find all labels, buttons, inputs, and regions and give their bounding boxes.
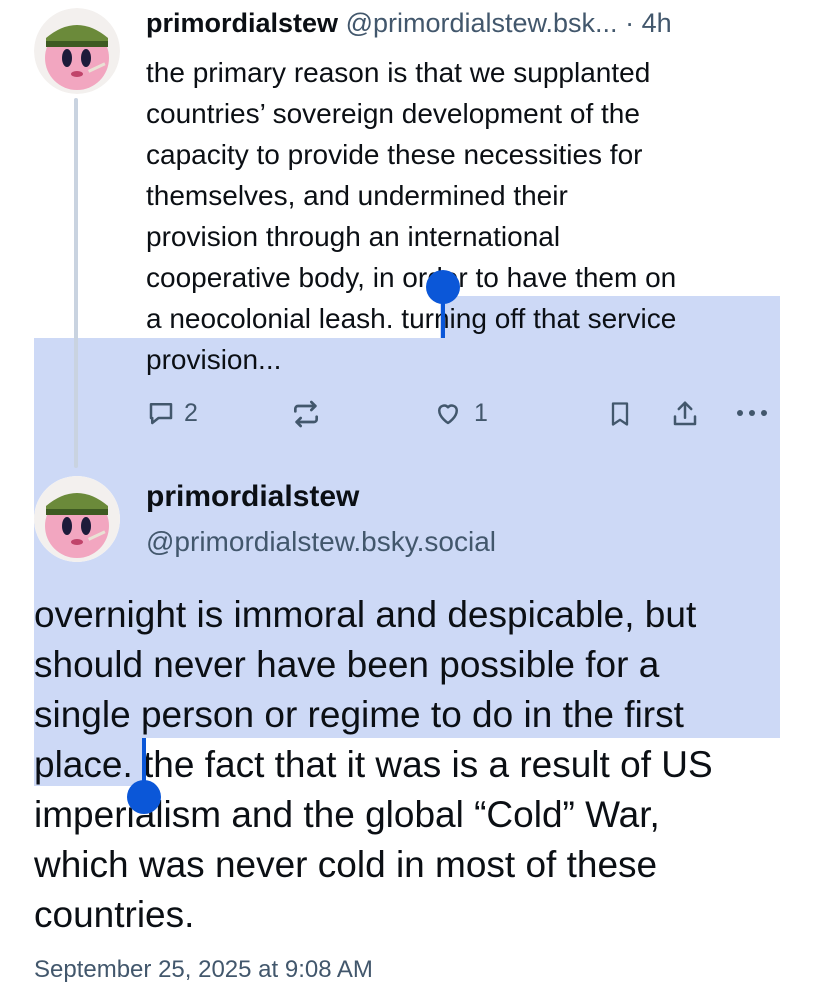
post-header: primordialstew @primordialstew.bsk... · … <box>146 8 672 39</box>
share-button[interactable] <box>670 398 700 430</box>
more-icon <box>734 398 770 428</box>
author-handle[interactable]: @primordialstew.bsky.social <box>146 526 496 558</box>
like-count: 1 <box>474 398 488 427</box>
author-handle[interactable]: @primordialstew.bsk... <box>346 8 618 38</box>
post-timestamp: September 25, 2025 at 9:08 AM <box>34 956 373 983</box>
thread-connector-line <box>74 98 78 468</box>
post-text-line: provision... <box>146 344 282 375</box>
post-text-line: countries’ sovereign development of the <box>146 98 640 129</box>
post-text-line: a neocolonial leash. turning off that se… <box>146 298 676 339</box>
share-icon <box>670 398 700 430</box>
post-text-line: should never have been possible for a <box>34 644 660 685</box>
post-text-line: single person or regime to do in the fir… <box>34 694 684 735</box>
repost-icon <box>290 398 322 430</box>
reply-button[interactable]: 2 <box>146 398 198 428</box>
like-icon <box>432 398 464 428</box>
selection-start-caret <box>441 290 445 338</box>
post-text-line: countries. <box>34 894 195 935</box>
author-display-name[interactable]: primordialstew <box>146 8 338 38</box>
time-separator: · <box>625 8 635 38</box>
post-text-line: cooperative body, in order to have them … <box>146 262 677 293</box>
avatar[interactable] <box>34 8 120 94</box>
reply-icon <box>146 398 176 428</box>
post-text-segment: a neocolonial leash. <box>146 303 402 334</box>
bookmark-button[interactable] <box>606 398 634 430</box>
more-options-button[interactable] <box>734 398 770 428</box>
bookmark-icon <box>606 398 634 430</box>
post-text-line: overnight is immoral and despicable, but <box>34 594 697 635</box>
post-text-line: themselves, and undermined their <box>146 180 568 211</box>
post-text-segment: the fact that it was is a result of US <box>132 744 713 785</box>
post-text-line: which was never cold in most of these <box>34 844 658 885</box>
like-button[interactable]: 1 <box>432 398 488 428</box>
post-text-line: provision through an international <box>146 221 561 252</box>
selected-text-segment: place. <box>34 744 133 785</box>
avatar[interactable] <box>34 476 120 562</box>
selection-end-handle[interactable] <box>127 780 161 814</box>
post-age: 4h <box>641 8 672 38</box>
post-text-line: the primary reason is that we supplanted <box>146 57 651 88</box>
repost-button[interactable] <box>290 398 322 430</box>
post-text-line: capacity to provide these necessities fo… <box>146 139 643 170</box>
reply-count: 2 <box>184 398 198 427</box>
author-display-name[interactable]: primordialstew <box>146 480 359 514</box>
